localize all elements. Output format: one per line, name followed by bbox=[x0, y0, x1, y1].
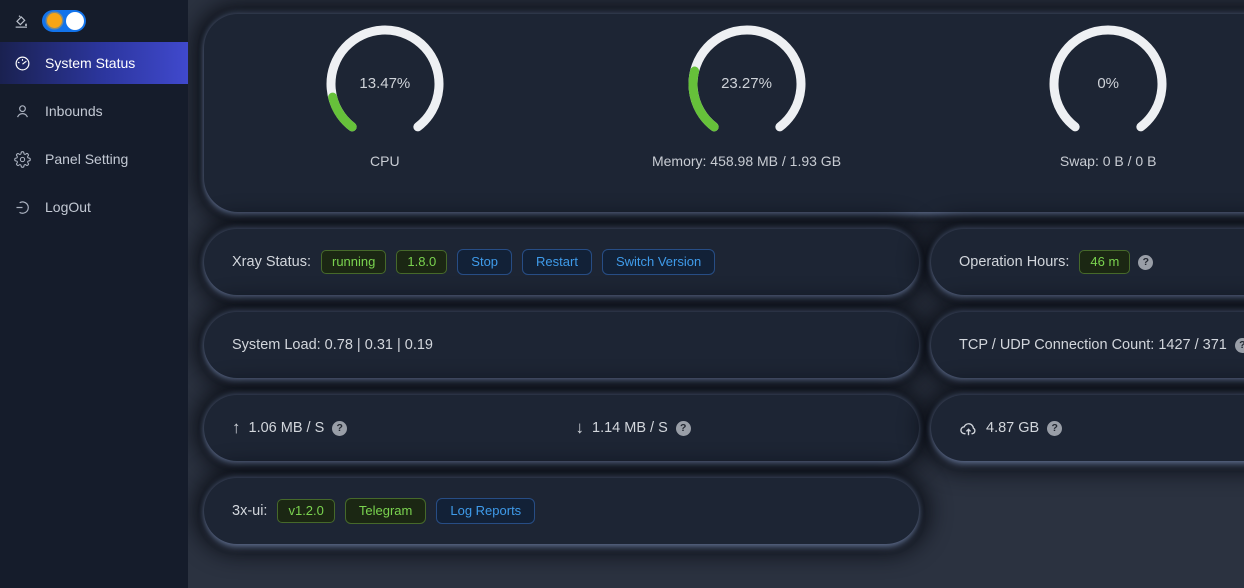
total-traffic-text: 4.87 GB bbox=[986, 420, 1039, 436]
main-content: 13.47% CPU 23.27% Memory: 458.98 MB / bbox=[188, 0, 1244, 544]
help-icon[interactable]: ? bbox=[332, 421, 347, 436]
xray-status-label: Xray Status: bbox=[232, 254, 311, 270]
sidebar-item-inbounds[interactable]: Inbounds bbox=[0, 90, 188, 132]
user-icon bbox=[14, 103, 31, 120]
theme-color-icon bbox=[13, 13, 29, 29]
swap-gauge-caption: Swap: 0 B / 0 B bbox=[1060, 153, 1157, 169]
xray-version-badge: 1.8.0 bbox=[396, 250, 447, 274]
memory-gauge-caption: Memory: 458.98 MB / 1.93 GB bbox=[652, 153, 841, 169]
operation-hours-badge: 46 m bbox=[1079, 250, 1130, 274]
upload-speed: ↑ 1.06 MB / S ? bbox=[232, 418, 576, 438]
app-label: 3x-ui: bbox=[232, 503, 267, 519]
app-version-badge: v1.2.0 bbox=[277, 499, 334, 523]
sidebar-item-label: LogOut bbox=[45, 199, 91, 215]
sidebar-item-label: Panel Setting bbox=[45, 151, 128, 167]
connection-count-text: TCP / UDP Connection Count: 1427 / 371 bbox=[959, 337, 1227, 353]
cpu-gauge-caption: CPU bbox=[370, 153, 400, 169]
sidebar-item-panel-setting[interactable]: Panel Setting bbox=[0, 138, 188, 180]
xray-status-card: Xray Status: running 1.8.0 Stop Restart … bbox=[204, 229, 919, 295]
sidebar-theme-row bbox=[0, 0, 188, 40]
upload-speed-text: 1.06 MB / S bbox=[249, 420, 325, 436]
help-icon[interactable]: ? bbox=[1235, 338, 1244, 353]
swap-gauge: 0% Swap: 0 B / 0 B bbox=[927, 24, 1244, 169]
connection-count-card: TCP / UDP Connection Count: 1427 / 371 ? bbox=[931, 312, 1244, 378]
telegram-button[interactable]: Telegram bbox=[345, 498, 426, 524]
sidebar-item-label: System Status bbox=[45, 55, 135, 71]
download-speed: ↓ 1.14 MB / S ? bbox=[576, 418, 920, 438]
download-speed-text: 1.14 MB / S bbox=[592, 420, 668, 436]
dark-mode-toggle[interactable] bbox=[42, 10, 86, 32]
app-window: System Status Inbounds P bbox=[0, 0, 1244, 588]
restart-button[interactable]: Restart bbox=[522, 249, 592, 275]
logout-icon bbox=[14, 199, 31, 216]
memory-gauge-value: 23.27% bbox=[721, 75, 772, 92]
sidebar-item-system-status[interactable]: System Status bbox=[0, 42, 188, 84]
arrow-up-icon: ↑ bbox=[232, 418, 241, 438]
sidebar-item-label: Inbounds bbox=[45, 103, 103, 119]
gear-icon bbox=[14, 151, 31, 168]
app-version-card: 3x-ui: v1.2.0 Telegram Log Reports bbox=[204, 478, 919, 544]
arrow-down-icon: ↓ bbox=[576, 418, 585, 438]
swap-gauge-value: 0% bbox=[1097, 75, 1119, 92]
system-load-text: System Load: 0.78 | 0.31 | 0.19 bbox=[232, 337, 433, 353]
cloud-upload-icon bbox=[959, 419, 978, 438]
sidebar: System Status Inbounds P bbox=[0, 0, 188, 588]
total-traffic-card: 4.87 GB ? bbox=[931, 395, 1244, 461]
operation-hours-card: Operation Hours: 46 m ? bbox=[931, 229, 1244, 295]
log-reports-button[interactable]: Log Reports bbox=[436, 498, 535, 524]
memory-gauge: 23.27% Memory: 458.98 MB / 1.93 GB bbox=[566, 24, 928, 169]
sidebar-menu: System Status Inbounds P bbox=[0, 42, 188, 228]
cpu-gauge: 13.47% CPU bbox=[204, 24, 566, 169]
sidebar-item-logout[interactable]: LogOut bbox=[0, 186, 188, 228]
network-speed-card: ↑ 1.06 MB / S ? ↓ 1.14 MB / S ? bbox=[204, 395, 919, 461]
xray-status-badge: running bbox=[321, 250, 386, 274]
switch-version-button[interactable]: Switch Version bbox=[602, 249, 715, 275]
cpu-gauge-value: 13.47% bbox=[359, 75, 410, 92]
system-load-card: System Load: 0.78 | 0.31 | 0.19 bbox=[204, 312, 919, 378]
help-icon[interactable]: ? bbox=[676, 421, 691, 436]
resource-gauges-card: 13.47% CPU 23.27% Memory: 458.98 MB / bbox=[204, 14, 1244, 212]
help-icon[interactable]: ? bbox=[1138, 255, 1153, 270]
dashboard-icon bbox=[14, 55, 31, 72]
stop-button[interactable]: Stop bbox=[457, 249, 512, 275]
operation-hours-label: Operation Hours: bbox=[959, 254, 1069, 270]
sun-icon bbox=[47, 13, 62, 28]
help-icon[interactable]: ? bbox=[1047, 421, 1062, 436]
toggle-knob bbox=[66, 12, 84, 30]
